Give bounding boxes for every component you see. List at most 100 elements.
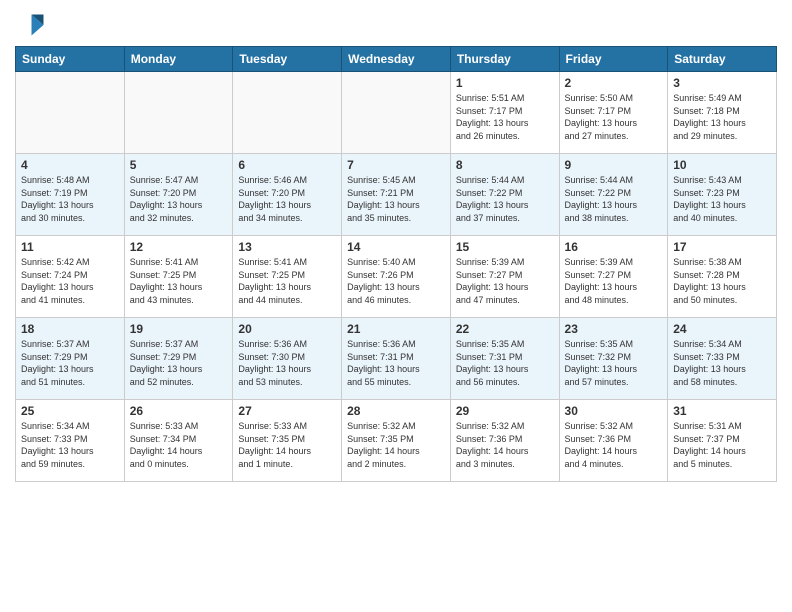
calendar-cell: 24Sunrise: 5:34 AM Sunset: 7:33 PM Dayli… bbox=[668, 318, 777, 400]
day-info: Sunrise: 5:39 AM Sunset: 7:27 PM Dayligh… bbox=[565, 256, 663, 306]
calendar-cell: 27 Sunrise: 5:33 AM Sunset: 7:35 PM Dayli… bbox=[233, 400, 342, 482]
day-number: 16 bbox=[565, 240, 663, 254]
calendar-cell: 30Sunrise: 5:32 AM Sunset: 7:36 PM Dayli… bbox=[559, 400, 668, 482]
weekday-header-monday: Monday bbox=[124, 47, 233, 72]
calendar-cell: 31 Sunrise: 5:31 AM Sunset: 7:37 PM Dayli… bbox=[668, 400, 777, 482]
day-number: 6 bbox=[238, 158, 336, 172]
calendar-cell: 5 Sunrise: 5:47 AM Sunset: 7:20 PM Daylig… bbox=[124, 154, 233, 236]
calendar-cell: 25 Sunrise: 5:34 AM Sunset: 7:33 PM Dayli… bbox=[16, 400, 125, 482]
week-row-5: 25 Sunrise: 5:34 AM Sunset: 7:33 PM Dayli… bbox=[16, 400, 777, 482]
logo-icon bbox=[15, 10, 45, 40]
weekday-header-wednesday: Wednesday bbox=[342, 47, 451, 72]
calendar-cell: 22Sunrise: 5:35 AM Sunset: 7:31 PM Dayli… bbox=[450, 318, 559, 400]
logo bbox=[15, 10, 49, 40]
day-number: 27 bbox=[238, 404, 336, 418]
day-info: Sunrise: 5:47 AM Sunset: 7:20 PM Dayligh… bbox=[130, 174, 228, 224]
weekday-header-row: SundayMondayTuesdayWednesdayThursdayFrid… bbox=[16, 47, 777, 72]
calendar-cell: 26 Sunrise: 5:33 AM Sunset: 7:34 PM Dayli… bbox=[124, 400, 233, 482]
day-number: 7 bbox=[347, 158, 445, 172]
weekday-header-friday: Friday bbox=[559, 47, 668, 72]
calendar-cell bbox=[124, 72, 233, 154]
calendar-cell: 12 Sunrise: 5:41 AM Sunset: 7:25 PM Dayli… bbox=[124, 236, 233, 318]
day-info: Sunrise: 5:37 AM Sunset: 7:29 PM Dayligh… bbox=[130, 338, 228, 388]
weekday-header-thursday: Thursday bbox=[450, 47, 559, 72]
day-number: 9 bbox=[565, 158, 663, 172]
day-info: Sunrise: 5:42 AM Sunset: 7:24 PM Dayligh… bbox=[21, 256, 119, 306]
day-info: Sunrise: 5:36 AM Sunset: 7:31 PM Dayligh… bbox=[347, 338, 445, 388]
day-number: 4 bbox=[21, 158, 119, 172]
calendar-cell: 7 Sunrise: 5:45 AM Sunset: 7:21 PM Daylig… bbox=[342, 154, 451, 236]
header bbox=[15, 10, 777, 40]
calendar-cell: 13Sunrise: 5:41 AM Sunset: 7:25 PM Dayli… bbox=[233, 236, 342, 318]
calendar-cell: 28Sunrise: 5:32 AM Sunset: 7:35 PM Dayli… bbox=[342, 400, 451, 482]
calendar-cell: 17 Sunrise: 5:38 AM Sunset: 7:28 PM Dayli… bbox=[668, 236, 777, 318]
day-info: Sunrise: 5:32 AM Sunset: 7:36 PM Dayligh… bbox=[456, 420, 554, 470]
calendar-cell: 6Sunrise: 5:46 AM Sunset: 7:20 PM Daylig… bbox=[233, 154, 342, 236]
day-number: 1 bbox=[456, 76, 554, 90]
day-info: Sunrise: 5:33 AM Sunset: 7:34 PM Dayligh… bbox=[130, 420, 228, 470]
day-number: 20 bbox=[238, 322, 336, 336]
day-info: Sunrise: 5:51 AM Sunset: 7:17 PM Dayligh… bbox=[456, 92, 554, 142]
day-number: 2 bbox=[565, 76, 663, 90]
day-info: Sunrise: 5:41 AM Sunset: 7:25 PM Dayligh… bbox=[130, 256, 228, 306]
day-number: 18 bbox=[21, 322, 119, 336]
day-info: Sunrise: 5:33 AM Sunset: 7:35 PM Dayligh… bbox=[238, 420, 336, 470]
calendar-cell bbox=[16, 72, 125, 154]
calendar-cell: 8 Sunrise: 5:44 AM Sunset: 7:22 PM Daylig… bbox=[450, 154, 559, 236]
calendar-cell: 4 Sunrise: 5:48 AM Sunset: 7:19 PM Daylig… bbox=[16, 154, 125, 236]
day-info: Sunrise: 5:44 AM Sunset: 7:22 PM Dayligh… bbox=[565, 174, 663, 224]
day-info: Sunrise: 5:37 AM Sunset: 7:29 PM Dayligh… bbox=[21, 338, 119, 388]
day-number: 26 bbox=[130, 404, 228, 418]
day-number: 30 bbox=[565, 404, 663, 418]
weekday-header-saturday: Saturday bbox=[668, 47, 777, 72]
day-info: Sunrise: 5:36 AM Sunset: 7:30 PM Dayligh… bbox=[238, 338, 336, 388]
week-row-3: 11Sunrise: 5:42 AM Sunset: 7:24 PM Dayli… bbox=[16, 236, 777, 318]
day-number: 15 bbox=[456, 240, 554, 254]
week-row-4: 18 Sunrise: 5:37 AM Sunset: 7:29 PM Dayli… bbox=[16, 318, 777, 400]
day-info: Sunrise: 5:35 AM Sunset: 7:32 PM Dayligh… bbox=[565, 338, 663, 388]
day-info: Sunrise: 5:43 AM Sunset: 7:23 PM Dayligh… bbox=[673, 174, 771, 224]
day-info: Sunrise: 5:35 AM Sunset: 7:31 PM Dayligh… bbox=[456, 338, 554, 388]
day-number: 23 bbox=[565, 322, 663, 336]
day-number: 29 bbox=[456, 404, 554, 418]
calendar-cell bbox=[342, 72, 451, 154]
day-number: 10 bbox=[673, 158, 771, 172]
calendar-table: SundayMondayTuesdayWednesdayThursdayFrid… bbox=[15, 46, 777, 482]
day-number: 8 bbox=[456, 158, 554, 172]
day-number: 17 bbox=[673, 240, 771, 254]
day-number: 12 bbox=[130, 240, 228, 254]
calendar-cell: 15 Sunrise: 5:39 AM Sunset: 7:27 PM Dayli… bbox=[450, 236, 559, 318]
day-number: 31 bbox=[673, 404, 771, 418]
day-info: Sunrise: 5:40 AM Sunset: 7:26 PM Dayligh… bbox=[347, 256, 445, 306]
calendar-cell: 3Sunrise: 5:49 AM Sunset: 7:18 PM Daylig… bbox=[668, 72, 777, 154]
calendar-cell: 1 Sunrise: 5:51 AM Sunset: 7:17 PM Daylig… bbox=[450, 72, 559, 154]
page: SundayMondayTuesdayWednesdayThursdayFrid… bbox=[0, 0, 792, 612]
calendar-cell: 14Sunrise: 5:40 AM Sunset: 7:26 PM Dayli… bbox=[342, 236, 451, 318]
calendar-cell bbox=[233, 72, 342, 154]
day-info: Sunrise: 5:49 AM Sunset: 7:18 PM Dayligh… bbox=[673, 92, 771, 142]
calendar-cell: 19 Sunrise: 5:37 AM Sunset: 7:29 PM Dayli… bbox=[124, 318, 233, 400]
calendar-cell: 23 Sunrise: 5:35 AM Sunset: 7:32 PM Dayli… bbox=[559, 318, 668, 400]
day-info: Sunrise: 5:50 AM Sunset: 7:17 PM Dayligh… bbox=[565, 92, 663, 142]
weekday-header-tuesday: Tuesday bbox=[233, 47, 342, 72]
day-info: Sunrise: 5:45 AM Sunset: 7:21 PM Dayligh… bbox=[347, 174, 445, 224]
weekday-header-sunday: Sunday bbox=[16, 47, 125, 72]
week-row-2: 4 Sunrise: 5:48 AM Sunset: 7:19 PM Daylig… bbox=[16, 154, 777, 236]
day-info: Sunrise: 5:31 AM Sunset: 7:37 PM Dayligh… bbox=[673, 420, 771, 470]
week-row-1: 1 Sunrise: 5:51 AM Sunset: 7:17 PM Daylig… bbox=[16, 72, 777, 154]
day-info: Sunrise: 5:44 AM Sunset: 7:22 PM Dayligh… bbox=[456, 174, 554, 224]
day-info: Sunrise: 5:38 AM Sunset: 7:28 PM Dayligh… bbox=[673, 256, 771, 306]
day-info: Sunrise: 5:39 AM Sunset: 7:27 PM Dayligh… bbox=[456, 256, 554, 306]
calendar-cell: 21 Sunrise: 5:36 AM Sunset: 7:31 PM Dayli… bbox=[342, 318, 451, 400]
calendar-cell: 10 Sunrise: 5:43 AM Sunset: 7:23 PM Dayli… bbox=[668, 154, 777, 236]
day-info: Sunrise: 5:48 AM Sunset: 7:19 PM Dayligh… bbox=[21, 174, 119, 224]
day-info: Sunrise: 5:34 AM Sunset: 7:33 PM Dayligh… bbox=[21, 420, 119, 470]
calendar-cell: 9 Sunrise: 5:44 AM Sunset: 7:22 PM Daylig… bbox=[559, 154, 668, 236]
day-number: 25 bbox=[21, 404, 119, 418]
calendar-cell: 2 Sunrise: 5:50 AM Sunset: 7:17 PM Daylig… bbox=[559, 72, 668, 154]
day-info: Sunrise: 5:34 AM Sunset: 7:33 PM Dayligh… bbox=[673, 338, 771, 388]
day-number: 5 bbox=[130, 158, 228, 172]
day-number: 19 bbox=[130, 322, 228, 336]
day-info: Sunrise: 5:32 AM Sunset: 7:35 PM Dayligh… bbox=[347, 420, 445, 470]
day-number: 21 bbox=[347, 322, 445, 336]
